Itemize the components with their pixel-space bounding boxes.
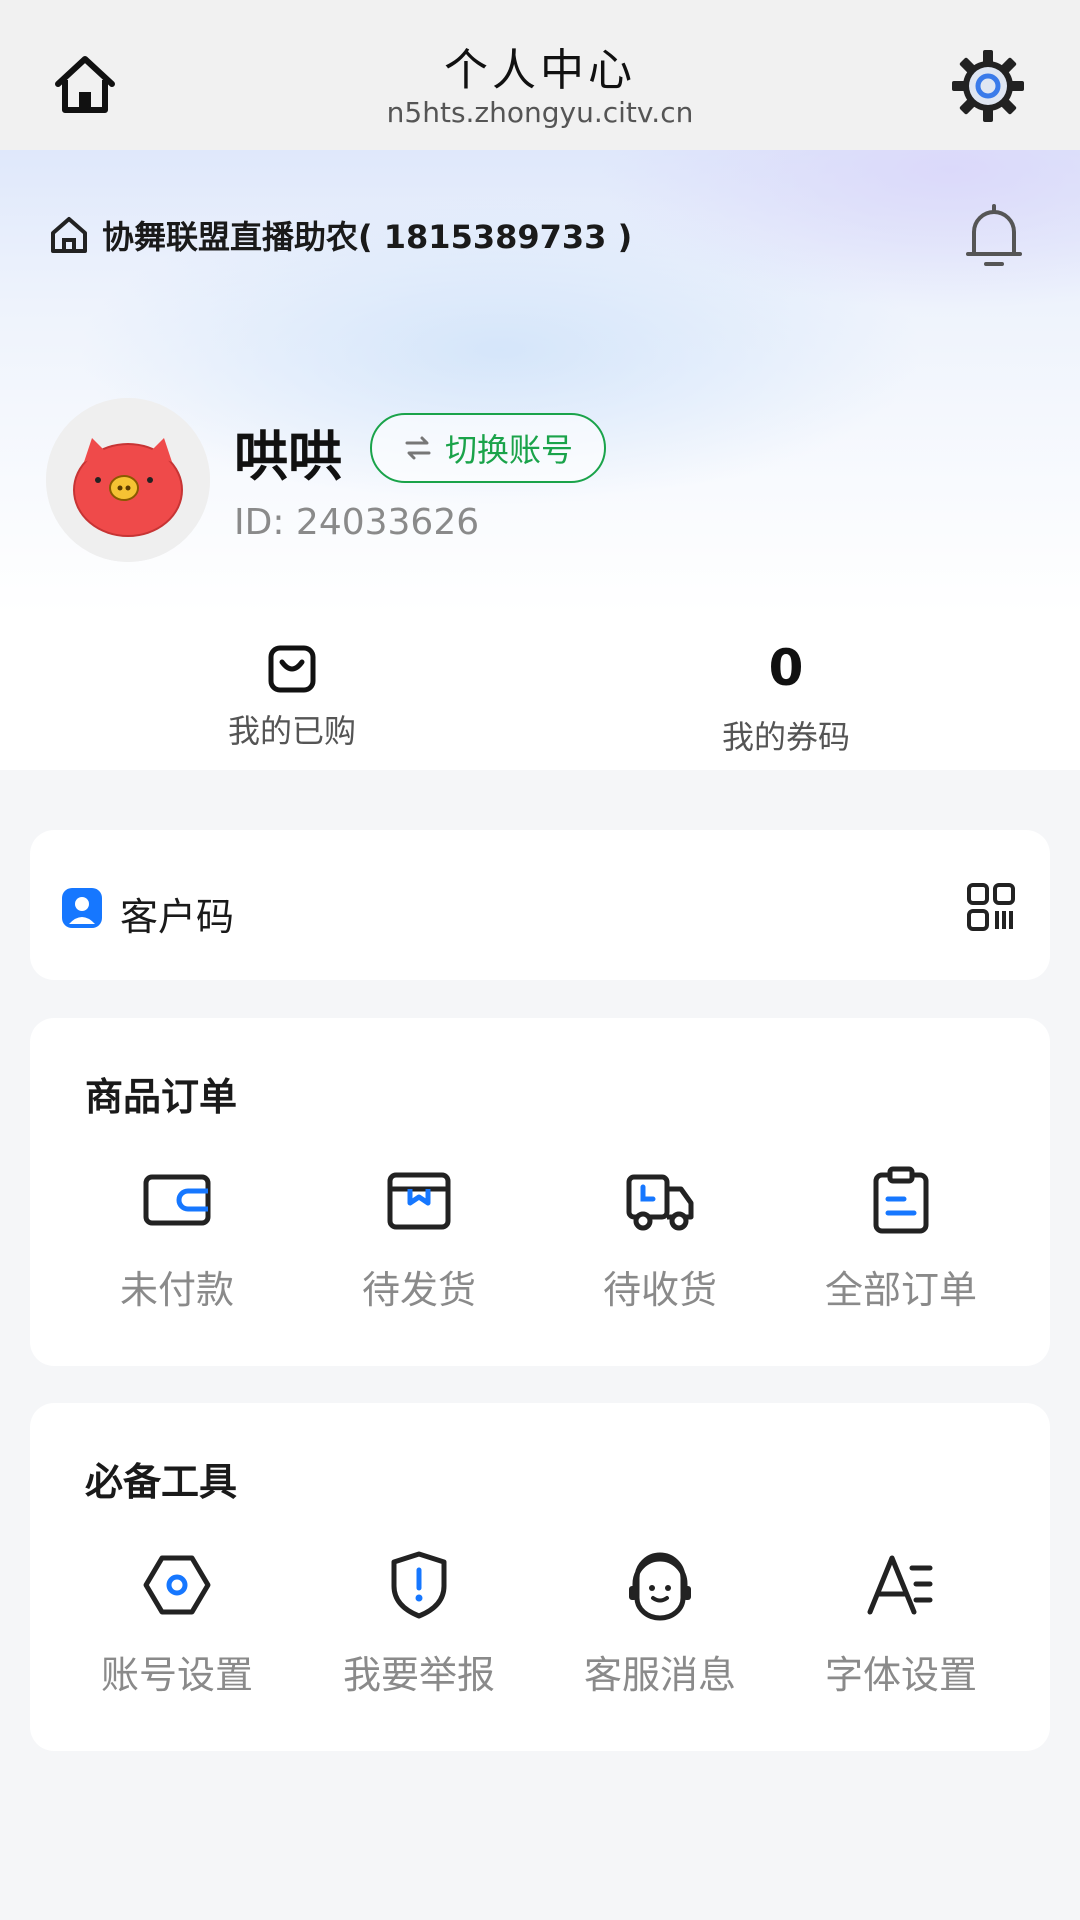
- customer-code-card[interactable]: 客户码: [30, 830, 1050, 980]
- order-to-ship[interactable]: 待发货: [299, 1163, 539, 1323]
- tool-report-label: 我要举报: [342, 1653, 495, 1697]
- clipboard-icon: [873, 1166, 929, 1234]
- switch-account-button[interactable]: 切换账号: [370, 413, 606, 483]
- tools-card: 必备工具 账号设置 我要举报 客服消息 字体设置: [30, 1403, 1050, 1751]
- profile-header: 协舞联盟直播助农( 1815389733 ) 哄哄 切换账号 ID: 24033…: [0, 150, 1080, 770]
- orders-title: 商品订单: [85, 1075, 238, 1119]
- switch-account-label: 切换账号: [444, 431, 573, 469]
- username: 哄哄: [234, 425, 342, 488]
- order-unpaid-label: 未付款: [119, 1268, 234, 1312]
- user-badge-icon: [62, 888, 102, 928]
- shopping-bag-icon: [268, 645, 316, 693]
- tool-font-settings[interactable]: 字体设置: [781, 1548, 1021, 1708]
- tool-account-settings[interactable]: 账号设置: [57, 1548, 297, 1708]
- headset-icon: [629, 1552, 691, 1621]
- bell-icon[interactable]: [960, 200, 1028, 272]
- order-to-receive-label: 待收货: [602, 1268, 717, 1312]
- order-to-ship-label: 待发货: [361, 1268, 476, 1312]
- page-url: n5hts.zhongyu.citv.cn: [386, 96, 694, 129]
- shield-alert-icon: [391, 1551, 447, 1619]
- stats-row: 我的已购 0 我的券码: [0, 630, 1080, 770]
- my-purchases[interactable]: 我的已购: [142, 630, 442, 752]
- font-size-icon: [867, 1555, 933, 1615]
- swap-icon: [405, 436, 431, 460]
- page-title: 个人中心: [444, 45, 636, 96]
- order-unpaid[interactable]: 未付款: [57, 1163, 297, 1323]
- wallet-icon: [143, 1174, 211, 1226]
- order-all-label: 全部订单: [824, 1268, 977, 1312]
- tool-report[interactable]: 我要举报: [299, 1548, 539, 1708]
- qr-code-icon[interactable]: [966, 882, 1016, 932]
- coupon-count: 0: [768, 639, 804, 697]
- home-outline-icon: [51, 217, 87, 253]
- tool-account-settings-label: 账号设置: [100, 1653, 253, 1697]
- organization-row[interactable]: 协舞联盟直播助农( 1815389733 ): [48, 210, 632, 260]
- truck-icon: [626, 1174, 694, 1231]
- user-id: ID: 24033626: [234, 502, 480, 543]
- gear-icon[interactable]: [950, 48, 1026, 124]
- tool-customer-service-label: 客服消息: [583, 1653, 736, 1697]
- order-all[interactable]: 全部订单: [781, 1163, 1021, 1323]
- orders-card: 商品订单 未付款 待发货 待收货 全部订单: [30, 1018, 1050, 1366]
- pig-avatar-icon: [46, 398, 210, 562]
- customer-code-label: 客户码: [120, 895, 235, 939]
- box-icon: [387, 1172, 451, 1230]
- top-nav-bar: 个人中心 n5hts.zhongyu.citv.cn: [0, 0, 1080, 150]
- tool-customer-service[interactable]: 客服消息: [540, 1548, 780, 1708]
- avatar[interactable]: [46, 398, 210, 562]
- my-purchases-label: 我的已购: [227, 712, 356, 750]
- tools-title: 必备工具: [85, 1460, 238, 1504]
- my-coupons-label: 我的券码: [721, 718, 850, 756]
- organization-name: 协舞联盟直播助农( 1815389733 ): [102, 218, 633, 256]
- order-to-receive[interactable]: 待收货: [540, 1163, 780, 1323]
- my-coupons[interactable]: 0 我的券码: [636, 630, 936, 758]
- hexagon-settings-icon: [143, 1555, 211, 1615]
- tool-font-settings-label: 字体设置: [824, 1653, 977, 1697]
